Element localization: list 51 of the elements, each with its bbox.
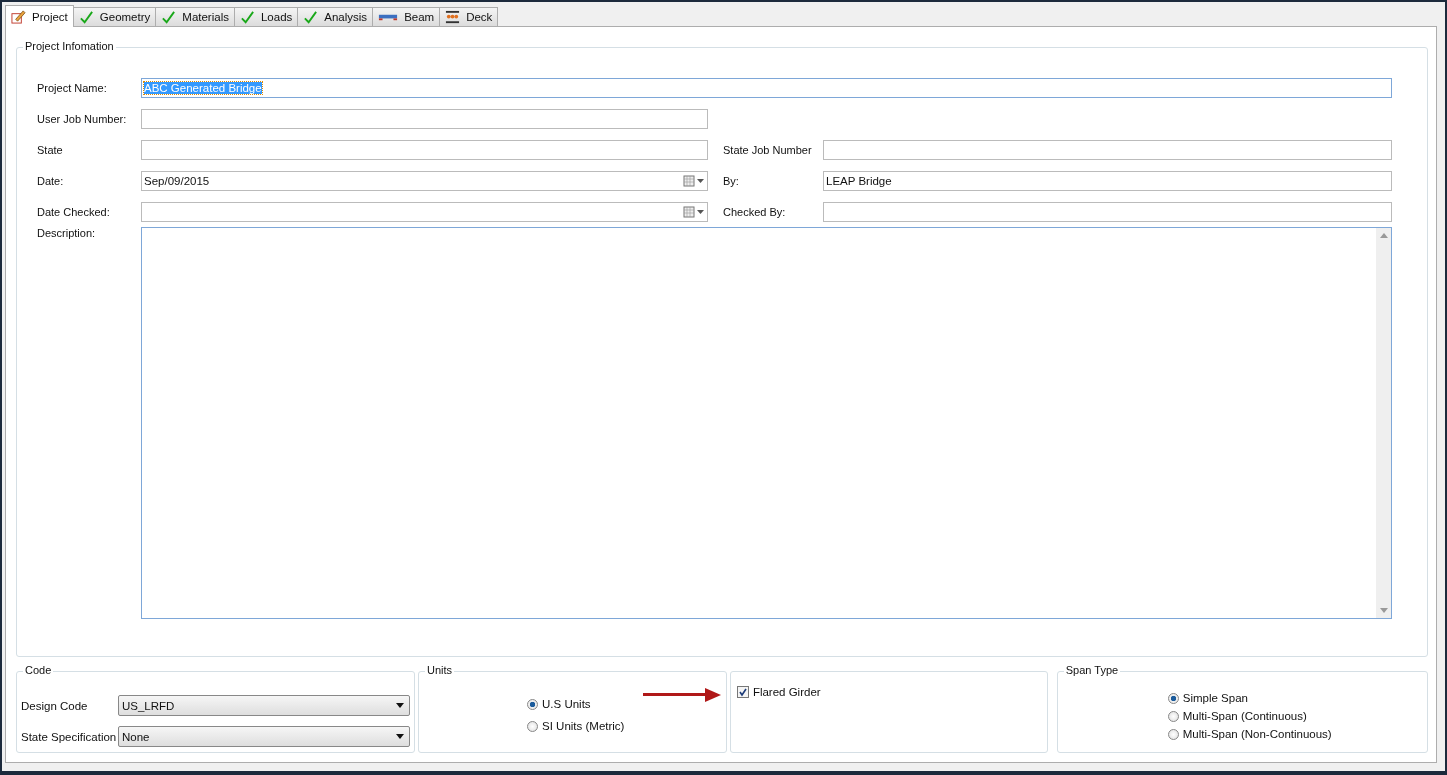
radio-option[interactable]: Multi-Span (Non-Continuous) (1167, 726, 1332, 742)
text-field[interactable] (141, 108, 708, 129)
field-label: State Job Number (723, 143, 813, 156)
date-field[interactable]: Sep/09/2015 (141, 170, 708, 191)
tab[interactable]: Loads (233, 7, 299, 26)
radio-option[interactable]: SI Units (Metric) (527, 718, 625, 734)
deck-icon (445, 9, 461, 25)
field-label: By: (723, 174, 740, 187)
field-label: Project Name: (37, 81, 108, 94)
check-icon (239, 9, 255, 25)
check-icon (78, 9, 94, 25)
date-field[interactable] (141, 201, 708, 222)
tab[interactable]: Materials (155, 7, 235, 26)
check-icon (161, 9, 177, 25)
tab[interactable]: Geometry (72, 7, 157, 26)
dropdown[interactable]: None (118, 726, 410, 747)
text-field[interactable] (823, 201, 1392, 222)
field-label: Date Checked: (37, 205, 111, 218)
radio-option[interactable]: Simple Span (1167, 690, 1332, 706)
field-label: State Specification (21, 730, 118, 743)
pencil-icon (11, 9, 26, 24)
group-title: Span Type (1063, 664, 1121, 676)
field-label: Checked By: (723, 205, 787, 218)
scrollbar[interactable] (1376, 228, 1391, 618)
group-title: Project Infomation (23, 40, 116, 52)
field-label: Description: (37, 227, 97, 239)
tab[interactable]: Deck (439, 7, 499, 26)
radio-option[interactable]: Multi-Span (Continuous) (1167, 708, 1332, 724)
caret-icon (396, 703, 404, 708)
field-label: Date: (37, 174, 65, 187)
description-textarea[interactable] (141, 227, 1392, 619)
text-field[interactable] (141, 139, 708, 160)
tab[interactable]: Project (5, 5, 74, 27)
dropdown[interactable]: US_LRFD (118, 695, 410, 716)
field-label: State (37, 143, 64, 156)
scroll-up-icon[interactable] (1379, 233, 1388, 238)
calendar-dropdown-icon[interactable] (683, 205, 705, 218)
scroll-down-icon[interactable] (1379, 608, 1388, 613)
tab[interactable]: Beam (372, 7, 441, 26)
field-label: Design Code (21, 699, 89, 712)
text-field[interactable] (823, 139, 1392, 160)
check-icon (303, 9, 319, 25)
tab[interactable]: Analysis (297, 7, 374, 26)
field-label: User Job Number: (37, 112, 128, 125)
caret-icon (396, 734, 404, 739)
calendar-dropdown-icon[interactable] (683, 174, 705, 187)
checkbox-option[interactable]: Flared Girder (736, 684, 1041, 700)
text-field[interactable]: LEAP Bridge (823, 170, 1392, 191)
group-title: Code (23, 664, 54, 676)
radio-option[interactable]: U.S Units (527, 696, 625, 712)
group-title: Units (425, 664, 455, 676)
